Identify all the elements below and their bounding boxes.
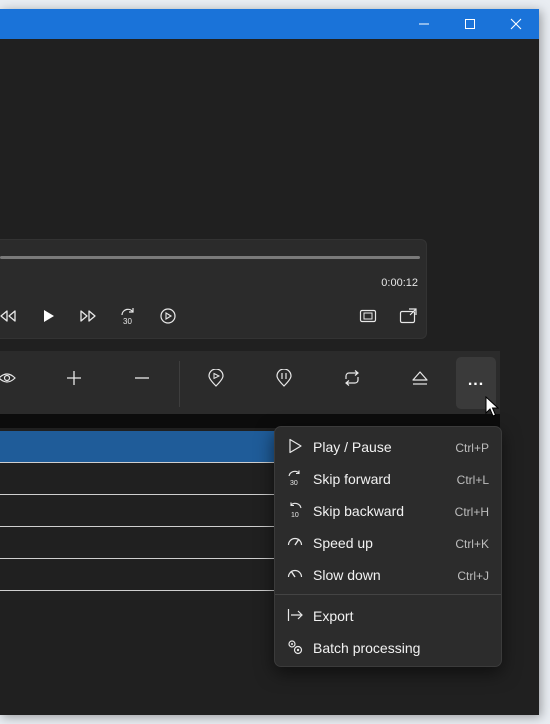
title-bar xyxy=(0,9,539,39)
menu-item-label: Skip forward xyxy=(313,471,391,487)
more-label: ... xyxy=(467,372,485,389)
menu-item-shortcut: Ctrl+L xyxy=(456,473,489,487)
edit-toolbar: ... xyxy=(0,351,500,414)
replay-button[interactable] xyxy=(156,304,180,328)
skip-forward-30-icon: 30 xyxy=(121,308,134,326)
menu-item-speed-up[interactable]: Speed up Ctrl+K xyxy=(279,527,497,557)
menu-item-shortcut: Ctrl+K xyxy=(455,537,489,551)
play-button[interactable] xyxy=(36,304,60,328)
menu-item-label: Batch processing xyxy=(313,640,421,656)
eye-icon xyxy=(0,373,16,383)
play-icon xyxy=(287,438,303,454)
menu-item-play-pause[interactable]: Play / Pause Ctrl+P xyxy=(279,431,497,461)
svg-text:10: 10 xyxy=(291,512,299,518)
menu-item-slow-down[interactable]: Slow down Ctrl+J xyxy=(279,559,497,589)
menu-item-skip-backward[interactable]: 10 Skip backward Ctrl+H xyxy=(279,495,497,525)
fit-screen-icon xyxy=(359,309,377,323)
menu-item-batch-processing[interactable]: Batch processing xyxy=(279,632,497,662)
menu-item-label: Play / Pause xyxy=(313,439,392,455)
menu-item-shortcut: Ctrl+J xyxy=(457,569,489,583)
loop-icon xyxy=(345,370,359,386)
menu-item-label: Export xyxy=(313,608,354,624)
svg-text:30: 30 xyxy=(123,317,132,326)
popout-button[interactable] xyxy=(396,304,420,328)
minimize-button[interactable] xyxy=(401,9,447,39)
marker-in-button[interactable] xyxy=(203,365,229,391)
marker-out-icon xyxy=(276,369,292,387)
speed-up-icon xyxy=(287,534,303,550)
add-button[interactable] xyxy=(61,365,87,391)
skip-back-10-icon: 10 xyxy=(287,502,303,518)
minimize-icon xyxy=(419,23,429,25)
main-content: 0:00:12 30 ... Play / Pause Ctrl+P 30 Sk… xyxy=(0,39,539,715)
menu-item-shortcut: Ctrl+H xyxy=(454,505,489,519)
marker-in-icon xyxy=(208,369,224,387)
batch-icon xyxy=(287,639,303,655)
close-button[interactable] xyxy=(493,9,539,39)
app-window: 0:00:12 30 ... Play / Pause Ctrl+P 30 Sk… xyxy=(0,9,539,715)
minus-icon xyxy=(135,377,149,379)
fit-screen-button[interactable] xyxy=(356,304,380,328)
marker-out-button[interactable] xyxy=(271,365,297,391)
mouse-cursor-icon xyxy=(485,396,499,417)
more-options-menu: Play / Pause Ctrl+P 30 Skip forward Ctrl… xyxy=(274,426,502,667)
svg-text:30: 30 xyxy=(290,480,298,486)
popout-icon xyxy=(399,308,417,324)
player-panel: 0:00:12 30 xyxy=(0,239,427,339)
close-icon xyxy=(510,18,522,30)
maximize-icon xyxy=(465,19,475,29)
menu-item-export[interactable]: Export xyxy=(279,600,497,630)
seek-bar[interactable] xyxy=(0,256,420,259)
skip-forward-30-icon: 30 xyxy=(287,470,303,486)
play-icon xyxy=(44,310,54,322)
export-icon xyxy=(287,607,303,623)
slow-down-icon xyxy=(287,566,303,582)
eject-icon xyxy=(412,371,428,385)
fast-forward-button[interactable] xyxy=(76,304,100,328)
replay-icon xyxy=(160,308,176,324)
menu-separator xyxy=(275,594,501,595)
eject-button[interactable] xyxy=(407,365,433,391)
menu-item-label: Slow down xyxy=(313,567,381,583)
menu-item-label: Speed up xyxy=(313,535,373,551)
plus-icon xyxy=(67,371,81,385)
remove-button[interactable] xyxy=(129,365,155,391)
menu-item-shortcut: Ctrl+P xyxy=(455,441,489,455)
toolbar-divider xyxy=(179,361,180,407)
skip-back-icon xyxy=(0,310,16,322)
fast-forward-icon xyxy=(80,310,96,322)
view-button[interactable] xyxy=(0,365,20,391)
skip-forward-30-button[interactable]: 30 xyxy=(116,304,140,328)
time-readout: 0:00:12 xyxy=(381,277,418,289)
skip-back-button[interactable] xyxy=(0,304,20,328)
maximize-button[interactable] xyxy=(447,9,493,39)
menu-item-label: Skip backward xyxy=(313,503,405,519)
loop-button[interactable] xyxy=(339,365,365,391)
menu-item-skip-forward[interactable]: 30 Skip forward Ctrl+L xyxy=(279,463,497,493)
